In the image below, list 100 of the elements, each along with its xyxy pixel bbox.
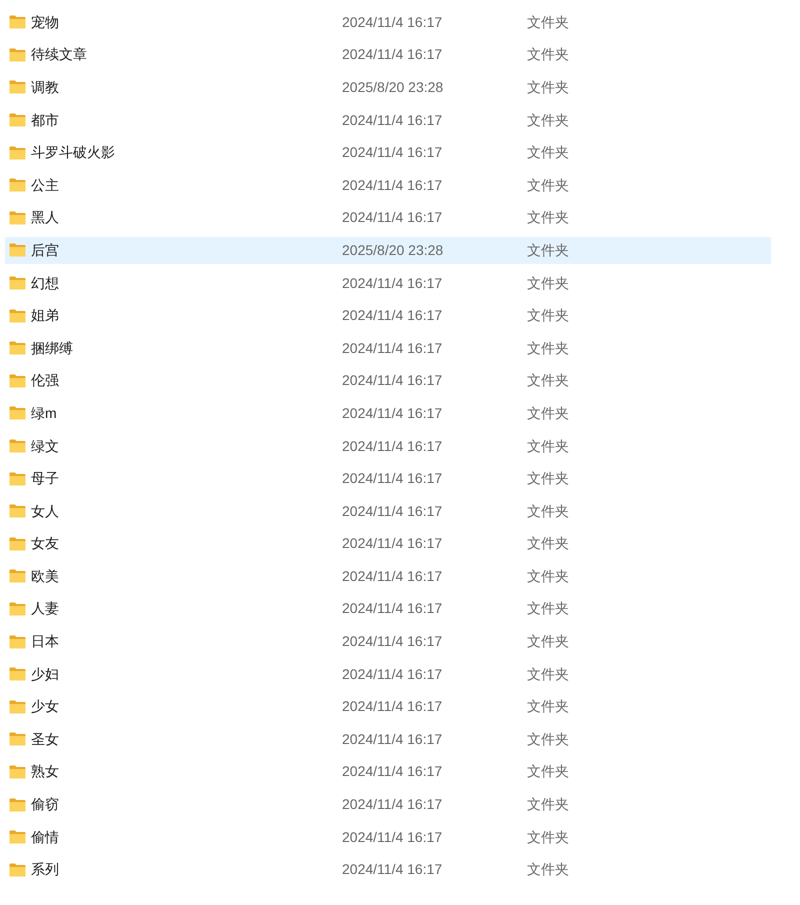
folder-name: 后宫 <box>31 240 59 260</box>
modified-date: 2024/11/4 16:17 <box>342 600 442 616</box>
folder-icon <box>9 504 26 518</box>
folder-name: 幻想 <box>31 274 59 293</box>
modified-date: 2024/11/4 16:17 <box>342 112 442 128</box>
file-type: 文件夹 <box>527 274 569 293</box>
folder-name: 黑人 <box>31 208 59 228</box>
file-type: 文件夹 <box>527 599 569 618</box>
modified-date: 2024/11/4 16:17 <box>342 274 442 291</box>
folder-icon <box>9 308 26 323</box>
folder-name: 系列 <box>31 860 59 880</box>
folder-name: 都市 <box>31 110 59 130</box>
file-type: 文件夹 <box>527 78 569 97</box>
file-type: 文件夹 <box>527 469 569 488</box>
modified-date: 2024/11/4 16:17 <box>342 502 442 519</box>
folder-icon <box>9 80 26 94</box>
file-type: 文件夹 <box>527 730 569 749</box>
folder-name: 姐弟 <box>31 306 59 326</box>
folder-name: 宠物 <box>31 12 59 32</box>
file-type: 文件夹 <box>527 795 569 814</box>
folder-icon <box>9 276 26 290</box>
folder-name: 人妻 <box>31 599 59 618</box>
folder-icon <box>9 472 26 486</box>
folder-name: 绿文 <box>31 436 59 456</box>
folder-icon <box>9 341 26 356</box>
file-type: 文件夹 <box>527 697 569 716</box>
modified-date: 2024/11/4 16:17 <box>342 828 442 845</box>
modified-date: 2024/11/4 16:17 <box>342 730 442 747</box>
modified-date: 2024/11/4 16:17 <box>342 535 442 552</box>
file-type: 文件夹 <box>527 306 569 326</box>
folder-icon <box>9 439 26 454</box>
folder-icon <box>9 48 26 62</box>
folder-name: 偷窃 <box>31 795 59 814</box>
modified-date: 2024/11/4 16:17 <box>342 438 442 454</box>
folder-name: 调教 <box>31 78 59 97</box>
folder-name: 少妇 <box>31 664 59 684</box>
modified-date: 2024/11/4 16:17 <box>342 470 442 486</box>
folder-icon <box>9 732 26 746</box>
folder-name: 圣女 <box>31 730 59 749</box>
file-type: 文件夹 <box>527 436 569 456</box>
file-type: 文件夹 <box>527 566 569 586</box>
file-type: 文件夹 <box>527 664 569 684</box>
folder-icon <box>9 764 26 779</box>
folder-icon <box>9 569 26 584</box>
folder-name: 公主 <box>31 176 59 195</box>
folder-name: 母子 <box>31 469 59 488</box>
file-type: 文件夹 <box>527 860 569 880</box>
file-type: 文件夹 <box>527 110 569 130</box>
file-type: 文件夹 <box>527 762 569 782</box>
folder-icon <box>9 210 26 225</box>
modified-date: 2024/11/4 16:17 <box>342 209 442 226</box>
modified-date: 2024/11/4 16:17 <box>342 176 442 193</box>
folder-name: 女友 <box>31 534 59 554</box>
modified-date: 2025/8/20 23:28 <box>342 78 444 95</box>
folder-name: 熟女 <box>31 762 59 782</box>
folder-icon <box>9 178 26 192</box>
folder-icon <box>9 667 26 682</box>
file-type: 文件夹 <box>527 502 569 521</box>
folder-icon <box>9 243 26 258</box>
folder-row[interactable]: 后宫 2025/8/20 23:28 文件夹 <box>5 236 771 264</box>
folder-name: 少女 <box>31 697 59 716</box>
file-type: 文件夹 <box>527 240 569 260</box>
folder-name: 女人 <box>31 502 59 521</box>
modified-date: 2024/11/4 16:17 <box>342 666 442 682</box>
file-type: 文件夹 <box>527 12 569 32</box>
folder-icon <box>9 634 26 649</box>
folder-name: 伦强 <box>31 371 59 390</box>
folder-name: 待续文章 <box>31 45 87 64</box>
folder-icon <box>9 15 26 30</box>
folder-icon <box>9 700 26 714</box>
file-type: 文件夹 <box>527 143 569 162</box>
modified-date: 2025/8/20 23:28 <box>342 242 444 258</box>
modified-date: 2024/11/4 16:17 <box>342 144 442 160</box>
folder-name: 捆绑缚 <box>31 338 73 358</box>
folder-icon <box>9 862 26 877</box>
modified-date: 2024/11/4 16:17 <box>342 861 442 878</box>
folder-icon <box>9 830 26 844</box>
folder-icon <box>9 113 26 128</box>
file-type: 文件夹 <box>527 828 569 847</box>
modified-date: 2024/11/4 16:17 <box>342 698 442 714</box>
file-type: 文件夹 <box>527 208 569 228</box>
folder-icon <box>9 406 26 420</box>
folder-name: 日本 <box>31 632 59 652</box>
modified-date: 2024/11/4 16:17 <box>342 404 442 421</box>
folder-name: 欧美 <box>31 566 59 586</box>
modified-date: 2024/11/4 16:17 <box>342 763 442 780</box>
file-type: 文件夹 <box>527 404 569 423</box>
modified-date: 2024/11/4 16:17 <box>342 796 442 812</box>
folder-name: 绿m <box>31 404 57 423</box>
file-type: 文件夹 <box>527 176 569 195</box>
modified-date: 2024/11/4 16:17 <box>342 46 442 62</box>
modified-date: 2024/11/4 16:17 <box>342 568 442 584</box>
file-type: 文件夹 <box>527 534 569 554</box>
modified-date: 2024/11/4 16:17 <box>342 307 442 324</box>
folder-icon <box>9 536 26 551</box>
file-type: 文件夹 <box>527 371 569 390</box>
folder-icon <box>9 602 26 616</box>
folder-name: 斗罗斗破火影 <box>31 143 115 162</box>
modified-date: 2024/11/4 16:17 <box>342 14 442 30</box>
file-type: 文件夹 <box>527 338 569 358</box>
